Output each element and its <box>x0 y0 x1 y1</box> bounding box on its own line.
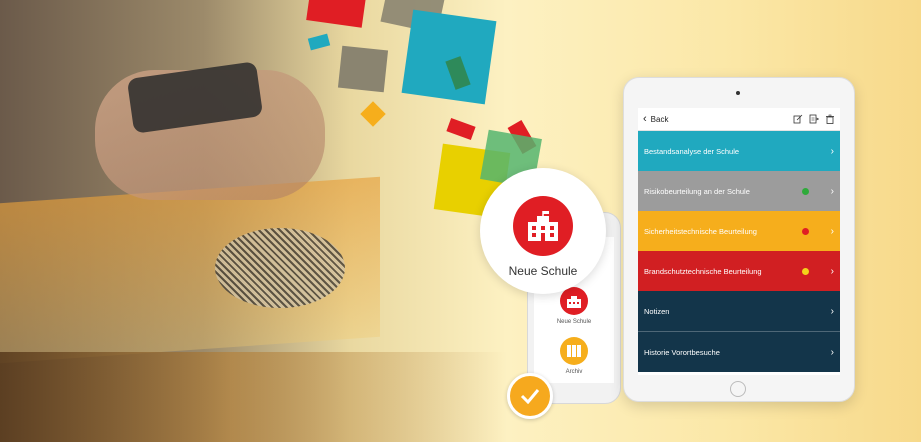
chevron-right-icon: › <box>830 225 834 237</box>
row-label: Historie Vorortbesuche <box>644 347 720 357</box>
archive-binders-icon[interactable] <box>560 337 588 365</box>
chevron-right-icon: › <box>830 346 834 358</box>
chevron-right-icon: › <box>830 185 834 197</box>
iphone-new-school-label: Neue Schule <box>556 319 592 325</box>
chevron-right-icon: › <box>830 145 834 157</box>
school-building-icon <box>513 196 573 256</box>
edit-icon[interactable] <box>793 114 803 124</box>
row-brandschutztechnische[interactable]: Brandschutztechnische Beurteilung › <box>638 251 840 291</box>
new-school-bubble[interactable]: Neue Schule <box>480 168 606 294</box>
row-label: Sicherheitstechnische Beurteilung <box>644 226 757 236</box>
chevron-right-icon: › <box>830 265 834 277</box>
row-notizen[interactable]: Notizen › <box>638 291 840 331</box>
row-label: Brandschutztechnische Beurteilung <box>644 266 762 276</box>
document-export-icon[interactable] <box>809 114 819 124</box>
status-yellow-smiley-icon <box>801 267 809 275</box>
status-green-smiley-icon <box>801 187 809 195</box>
row-bestandsanalyse[interactable]: Bestandsanalyse der Schule › <box>638 131 840 171</box>
iphone-archive-label: Archiv <box>565 369 583 375</box>
school-building-icon[interactable] <box>560 287 588 315</box>
ipad-screen: ‹ Back Bestandsanalyse der Schule › Risi… <box>638 108 840 375</box>
checkmark-icon <box>507 373 553 419</box>
bubble-label: Neue Schule <box>508 264 578 278</box>
ipad-device: ‹ Back Bestandsanalyse der Schule › Risi… <box>623 77 855 402</box>
back-label: Back <box>650 114 669 124</box>
trash-icon[interactable] <box>825 114 835 124</box>
status-red-smiley-icon <box>801 227 809 235</box>
chevron-right-icon: › <box>830 305 834 317</box>
decor-square <box>337 45 389 93</box>
camera-icon <box>736 91 740 95</box>
row-label: Notizen <box>644 306 670 316</box>
row-label: Bestandsanalyse der Schule <box>644 146 740 156</box>
nav-bar: ‹ Back <box>638 108 840 131</box>
row-sicherheitstechnische[interactable]: Sicherheitstechnische Beurteilung › <box>638 211 840 251</box>
home-button[interactable] <box>730 381 746 397</box>
row-label: Risikobeurteilung an der Schule <box>644 186 750 196</box>
magazine-graphic <box>215 228 345 308</box>
decor-square <box>401 9 497 105</box>
back-button[interactable]: ‹ Back <box>643 113 668 125</box>
row-risikobeurteilung[interactable]: Risikobeurteilung an der Schule › <box>638 171 840 211</box>
chevron-left-icon: ‹ <box>643 113 647 125</box>
row-historie[interactable]: Historie Vorortbesuche › <box>638 331 840 372</box>
